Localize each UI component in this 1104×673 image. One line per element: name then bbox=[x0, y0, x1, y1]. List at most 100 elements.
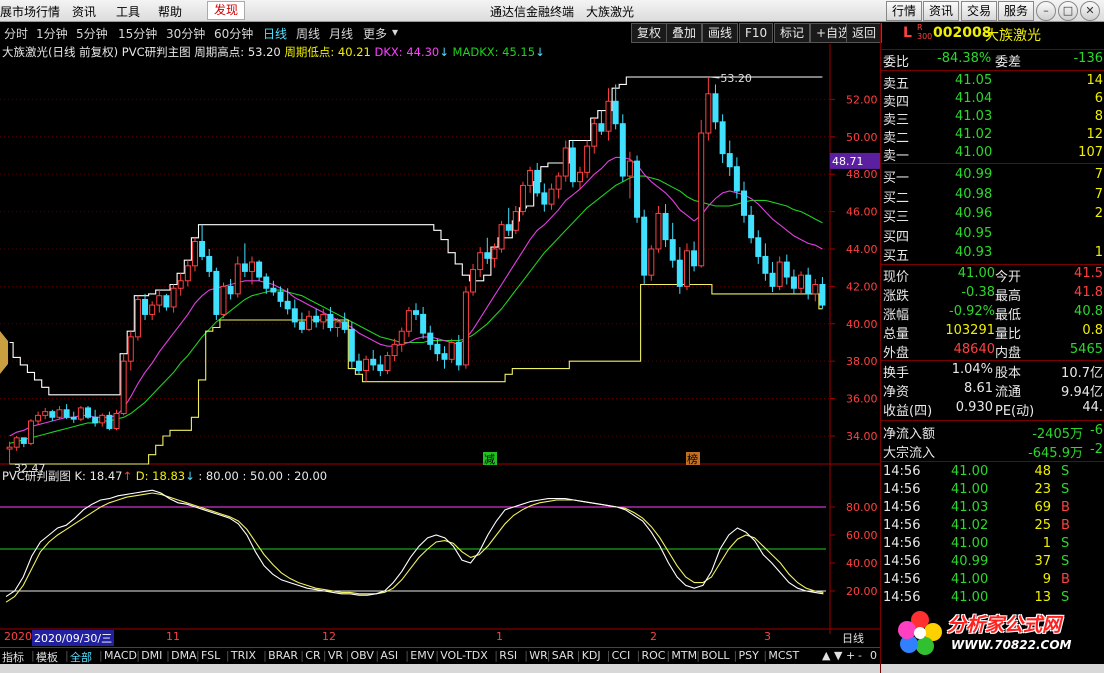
adjust-button[interactable]: 复权 bbox=[631, 23, 668, 43]
period-monthly[interactable]: 月线 bbox=[329, 25, 353, 42]
high-annotation: 53.20 bbox=[720, 72, 752, 85]
tab-separator: | bbox=[136, 649, 140, 662]
bid-row[interactable]: 买四 40.95 bbox=[881, 226, 1104, 245]
draw-line-button[interactable]: 画线 bbox=[702, 23, 739, 43]
close-icon[interactable]: ✕ bbox=[1080, 1, 1100, 21]
minimize-icon[interactable]: – bbox=[1036, 1, 1056, 21]
period-5min[interactable]: 5分钟 bbox=[76, 25, 108, 42]
menu-tools[interactable]: 工具 bbox=[116, 3, 140, 20]
candle-body bbox=[755, 237, 762, 257]
indicator-tab[interactable]: VOL-TDX bbox=[440, 649, 488, 662]
tab-scroll-icon[interactable]: - bbox=[858, 649, 862, 662]
indicator-tab[interactable]: BOLL bbox=[701, 649, 729, 662]
capital-flow-row: 大宗流入 -645.9万 -2 bbox=[881, 442, 1104, 461]
period-intraday[interactable]: 分时 bbox=[4, 25, 28, 42]
stat-label-2: 最低 bbox=[995, 308, 1022, 323]
f10-button[interactable]: F10 bbox=[739, 23, 774, 43]
menu-news[interactable]: 资讯 bbox=[72, 3, 96, 20]
k-line bbox=[5, 489, 824, 598]
indicator-tab[interactable]: OBV bbox=[351, 649, 374, 662]
period-30min[interactable]: 30分钟 bbox=[166, 25, 205, 42]
bid-volume: 2 bbox=[1094, 206, 1103, 221]
menu-help[interactable]: 帮助 bbox=[158, 3, 182, 20]
indicator-tab[interactable]: TRIX bbox=[231, 649, 256, 662]
bid-row[interactable]: 买五 40.93 1 bbox=[881, 245, 1104, 264]
indicator-tab[interactable]: VR bbox=[328, 649, 343, 662]
tab-scroll-icon[interactable]: 0 bbox=[870, 649, 877, 662]
indicator-tab[interactable]: 模板 bbox=[36, 649, 58, 665]
bid-row[interactable]: 买二 40.98 7 bbox=[881, 187, 1104, 206]
news-button[interactable]: 资讯 bbox=[923, 1, 960, 21]
indicator-tab[interactable]: MCST bbox=[768, 649, 799, 662]
price-tick-label: 52.00 bbox=[846, 93, 878, 106]
candle-body bbox=[191, 240, 198, 267]
sub-tick-label: 80.00 bbox=[846, 501, 878, 514]
indicator-tab[interactable]: FSL bbox=[201, 649, 220, 662]
indicator-tab[interactable]: PSY bbox=[739, 649, 759, 662]
period-60min[interactable]: 60分钟 bbox=[214, 25, 253, 42]
ask-row[interactable]: 卖二 41.02 12 bbox=[881, 127, 1104, 146]
indicator-tab[interactable]: CR bbox=[305, 649, 320, 662]
flow-label: 净流入额 bbox=[883, 427, 936, 442]
ask-label: 卖五 bbox=[883, 77, 910, 92]
menu-market[interactable]: 展市场行情 bbox=[0, 3, 60, 20]
indicator-tab[interactable]: CCI bbox=[612, 649, 631, 662]
indicator-tab[interactable]: ASI bbox=[380, 649, 398, 662]
period-weekly[interactable]: 周线 bbox=[296, 25, 320, 42]
indicator-tab[interactable]: SAR bbox=[552, 649, 574, 662]
indicator-tab[interactable]: 全部 bbox=[70, 649, 92, 665]
bid-row[interactable]: 买一 40.99 7 bbox=[881, 167, 1104, 186]
candle-body bbox=[213, 270, 220, 315]
tab-scroll-icon[interactable]: ▲ bbox=[822, 649, 830, 662]
tick-volume: 69 bbox=[1034, 500, 1051, 515]
ask-row[interactable]: 卖五 41.05 14 bbox=[881, 73, 1104, 92]
stat-row: 涨跌 -0.38 最高 41.8 bbox=[881, 285, 1104, 304]
date-axis-period[interactable]: 日线 bbox=[842, 630, 864, 646]
period-1min[interactable]: 1分钟 bbox=[36, 25, 68, 42]
tick-time: 14:56 bbox=[883, 518, 921, 533]
tab-separator: | bbox=[733, 649, 738, 662]
indicator-tab[interactable]: DMA bbox=[171, 649, 197, 662]
back-button[interactable]: 返回 bbox=[846, 23, 883, 43]
menu-discover[interactable]: 发现 bbox=[207, 1, 246, 20]
overlay-button[interactable]: 叠加 bbox=[666, 23, 703, 43]
ask-row[interactable]: 卖三 41.03 8 bbox=[881, 109, 1104, 128]
indicator-tab[interactable]: DMI bbox=[141, 649, 162, 662]
indicator-tab[interactable]: MACD bbox=[104, 649, 137, 662]
indicator-tab[interactable]: 指标 bbox=[2, 649, 24, 665]
market-button[interactable]: 行情 bbox=[886, 1, 923, 21]
indicator-tab[interactable]: EMV bbox=[410, 649, 434, 662]
candle-body bbox=[612, 100, 619, 125]
ask-row[interactable]: 卖四 41.04 6 bbox=[881, 91, 1104, 110]
flow-value: -645.9万 bbox=[1028, 446, 1083, 461]
ask-row[interactable]: 卖一 41.00 107 bbox=[881, 145, 1104, 164]
stat-row: 总量 103291 量比 0.8 bbox=[881, 323, 1104, 342]
more-chevron-down-icon[interactable]: ▾ bbox=[392, 25, 398, 39]
bid-row[interactable]: 买三 40.96 2 bbox=[881, 206, 1104, 225]
candle-body bbox=[448, 341, 455, 360]
fundamental-value: 8.61 bbox=[964, 381, 993, 396]
tab-scroll-icon[interactable]: ▼ bbox=[834, 649, 842, 662]
indicator-tab[interactable]: RSI bbox=[499, 649, 517, 662]
indicator-tab[interactable]: MTM bbox=[671, 649, 697, 662]
service-button[interactable]: 服务 bbox=[998, 1, 1035, 21]
indicator-tab[interactable]: KDJ bbox=[582, 649, 601, 662]
tab-separator: | bbox=[166, 649, 170, 662]
indicator-tab[interactable]: BRAR bbox=[268, 649, 298, 662]
kline-chart[interactable]: 52.00 50.00 48.00 46.00 44.00 42.00 40.00 38.00… bbox=[0, 44, 880, 647]
tick-row: 14:56 41.03 69 B bbox=[881, 500, 1104, 518]
trade-button[interactable]: 交易 bbox=[961, 1, 998, 21]
date-axis-feb: 2 bbox=[650, 630, 657, 643]
mark-button[interactable]: 标记 bbox=[774, 23, 811, 43]
indicator-tab[interactable]: WR bbox=[529, 649, 548, 662]
stat-row: 现价 41.00 今开 41.5 bbox=[881, 266, 1104, 285]
tick-price: 41.00 bbox=[951, 590, 989, 605]
stat-value-2: 40.8 bbox=[1074, 304, 1103, 319]
tab-separator: | bbox=[322, 649, 327, 662]
maximize-icon[interactable]: □ bbox=[1058, 1, 1078, 21]
indicator-tab[interactable]: ROC bbox=[642, 649, 666, 662]
period-15min[interactable]: 15分钟 bbox=[118, 25, 157, 42]
tab-scroll-icon[interactable]: + bbox=[846, 649, 855, 662]
period-more[interactable]: 更多 bbox=[363, 25, 387, 42]
period-daily[interactable]: 日线 bbox=[263, 25, 287, 42]
